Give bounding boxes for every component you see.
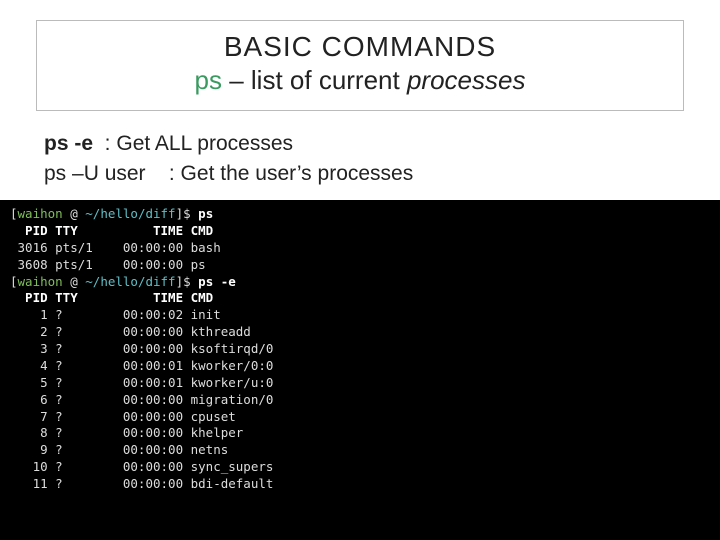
prompt-user: waihon [18,274,63,289]
terminal-line: 11 ? 00:00:00 bdi-default [10,476,710,493]
prompt-close: ]$ [176,206,191,221]
prompt-path: ~/hello/diff [85,274,175,289]
typed-cmd-2: ps -e [198,274,236,289]
prompt-line-2: [waihon @ ~/hello/diff]$ ps -e [10,274,710,291]
title-box: BASIC COMMANDS ps – list of current proc… [36,20,684,111]
prompt-path: ~/hello/diff [85,206,175,221]
title-desc-plain: list of current [251,65,407,95]
desc-row2-cmd: ps –U user [44,162,146,185]
description-block: ps -e : Get ALL processes ps –U user : G… [44,129,676,190]
ps-header-2: PID TTY TIME CMD [10,290,710,307]
ps-output-1: 3016 pts/1 00:00:00 bash 3608 pts/1 00:0… [10,240,710,274]
terminal-line: 5 ? 00:00:01 kworker/u:0 [10,375,710,392]
terminal-line: 10 ? 00:00:00 sync_supers [10,459,710,476]
terminal-line: 4 ? 00:00:01 kworker/0:0 [10,358,710,375]
terminal-line: 3 ? 00:00:00 ksoftirqd/0 [10,341,710,358]
terminal-line: 6 ? 00:00:00 migration/0 [10,392,710,409]
title-dash: – [222,65,251,95]
title-cmd: ps [195,65,222,95]
desc-row1-rest: : Get ALL processes [93,132,293,155]
desc-row2-rest: : Get the user’s processes [146,162,414,185]
terminal-line: 3608 pts/1 00:00:00 ps [10,257,710,274]
terminal-line: 9 ? 00:00:00 netns [10,442,710,459]
terminal: [waihon @ ~/hello/diff]$ ps PID TTY TIME… [0,200,720,540]
desc-row-2: ps –U user : Get the user’s processes [44,159,676,189]
desc-row-1: ps -e : Get ALL processes [44,129,676,159]
typed-cmd-1: ps [198,206,213,221]
prompt-at: @ [63,206,86,221]
prompt-close: ]$ [176,274,191,289]
terminal-line: 7 ? 00:00:00 cpuset [10,409,710,426]
prompt-user: waihon [18,206,63,221]
terminal-line: 1 ? 00:00:02 init [10,307,710,324]
slide: BASIC COMMANDS ps – list of current proc… [0,0,720,540]
terminal-line: 8 ? 00:00:00 khelper [10,425,710,442]
prompt-at: @ [63,274,86,289]
prompt-open: [ [10,274,18,289]
prompt-line-1: [waihon @ ~/hello/diff]$ ps [10,206,710,223]
title-line1: BASIC COMMANDS [49,31,671,63]
prompt-open: [ [10,206,18,221]
terminal-line: 3016 pts/1 00:00:00 bash [10,240,710,257]
desc-row1-cmd: ps -e [44,132,93,155]
ps-output-2: 1 ? 00:00:02 init 2 ? 00:00:00 kthreadd … [10,307,710,493]
title-desc-em: processes [407,65,526,95]
title-line2: ps – list of current processes [49,65,671,96]
terminal-line: 2 ? 00:00:00 kthreadd [10,324,710,341]
ps-header-1: PID TTY TIME CMD [10,223,710,240]
